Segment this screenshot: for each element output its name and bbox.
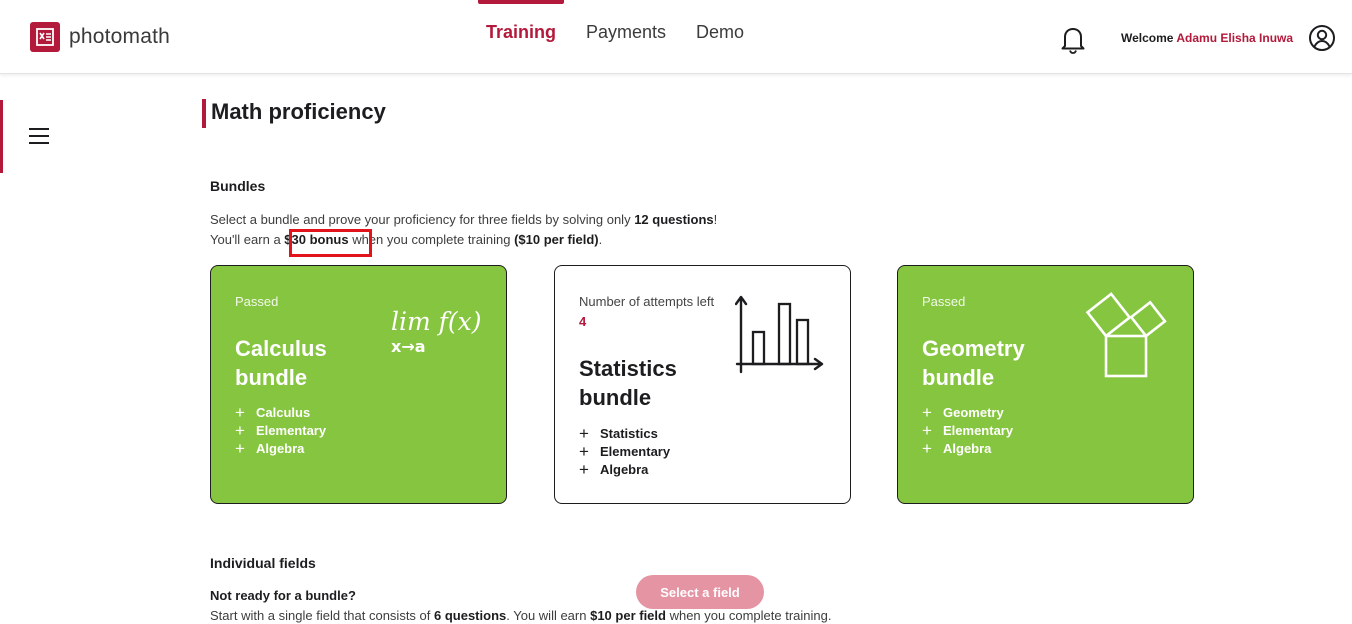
attempts-status: Number of attempts left 4 <box>579 294 715 329</box>
page-title: Math proficiency <box>211 99 386 124</box>
plus-icon: + <box>579 442 589 461</box>
bundles-description-line1: Select a bundle and prove your proficien… <box>210 212 718 227</box>
nav-payments[interactable]: Payments <box>586 0 666 74</box>
individual-fields-heading: Individual fields <box>210 555 316 571</box>
list-item: + Elementary <box>579 442 671 461</box>
list-item: + Algebra <box>579 460 649 479</box>
list-item: + Algebra <box>922 439 992 458</box>
bonus-highlight-box <box>289 229 372 257</box>
card-field-list: + Geometry + Elementary + Algebra <box>922 404 1013 458</box>
select-field-button[interactable]: Select a field <box>636 575 764 609</box>
list-item: + Elementary <box>922 421 1014 440</box>
plus-icon: + <box>235 421 245 440</box>
photomath-logo-icon <box>30 22 60 52</box>
card-title: Geometry bundle <box>922 336 1025 390</box>
photomath-logo[interactable]: photomath <box>30 22 170 52</box>
list-item: + Statistics <box>579 424 658 443</box>
hamburger-menu-icon[interactable] <box>29 128 49 146</box>
notification-bell-icon[interactable] <box>1059 24 1087 54</box>
attempts-left-count: 4 <box>579 314 587 329</box>
card-title: Statistics bundle <box>579 356 677 410</box>
card-field-list: + Statistics + Elementary + Algebra <box>579 425 670 479</box>
list-item: + Calculus <box>235 403 311 422</box>
list-item: + Geometry <box>922 403 1004 422</box>
bar-chart-icon <box>735 295 824 374</box>
card-title: Calculus bundle <box>235 336 327 390</box>
title-accent-bar <box>202 99 206 128</box>
bundles-description-line2: You'll earn a $30 bonus when you complet… <box>210 232 603 247</box>
card-field-list: + Calculus + Elementary + Algebra <box>235 404 326 458</box>
geometry-bundle-card[interactable]: Passed Geometry bundle + Geometry + Elemen… <box>897 265 1194 504</box>
limit-formula-icon: lim f(x) x→a <box>391 307 482 356</box>
user-account-icon[interactable] <box>1308 24 1336 52</box>
welcome-label: Welcome <box>1121 31 1174 45</box>
plus-icon: + <box>235 403 245 422</box>
welcome-message: Welcome Adamu Elisha Inuwa <box>1121 31 1293 45</box>
plus-icon: + <box>922 439 932 458</box>
sidebar-accent-bar <box>0 100 3 173</box>
main-nav: Training Payments Demo <box>478 0 744 74</box>
plus-icon: + <box>922 421 932 440</box>
svg-text:x→a: x→a <box>391 337 426 356</box>
individual-fields-subheading: Not ready for a bundle? <box>210 588 356 603</box>
nav-training[interactable]: Training <box>478 0 564 74</box>
card-status: Passed <box>235 294 279 309</box>
nav-demo[interactable]: Demo <box>696 0 744 74</box>
plus-icon: + <box>579 424 589 443</box>
plus-icon: + <box>235 439 245 458</box>
plus-icon: + <box>579 460 589 479</box>
calculus-bundle-card[interactable]: Passed Calculus bundle lim f(x) x→a + Cal… <box>210 265 507 504</box>
top-header: photomath Training Payments Demo Welcome… <box>0 0 1352 74</box>
list-item: + Elementary <box>235 421 327 440</box>
statistics-bundle-card[interactable]: Number of attempts left 4 Statistics bun… <box>554 265 851 504</box>
list-item: + Algebra <box>235 439 305 458</box>
user-name: Adamu Elisha Inuwa <box>1176 31 1294 45</box>
bundles-heading: Bundles <box>210 178 266 194</box>
svg-text:lim f(x): lim f(x) <box>391 307 482 336</box>
plus-icon: + <box>922 403 932 422</box>
pythagoras-squares-icon <box>1085 292 1167 378</box>
logo-text: photomath <box>69 25 171 48</box>
card-status: Passed <box>922 294 966 309</box>
